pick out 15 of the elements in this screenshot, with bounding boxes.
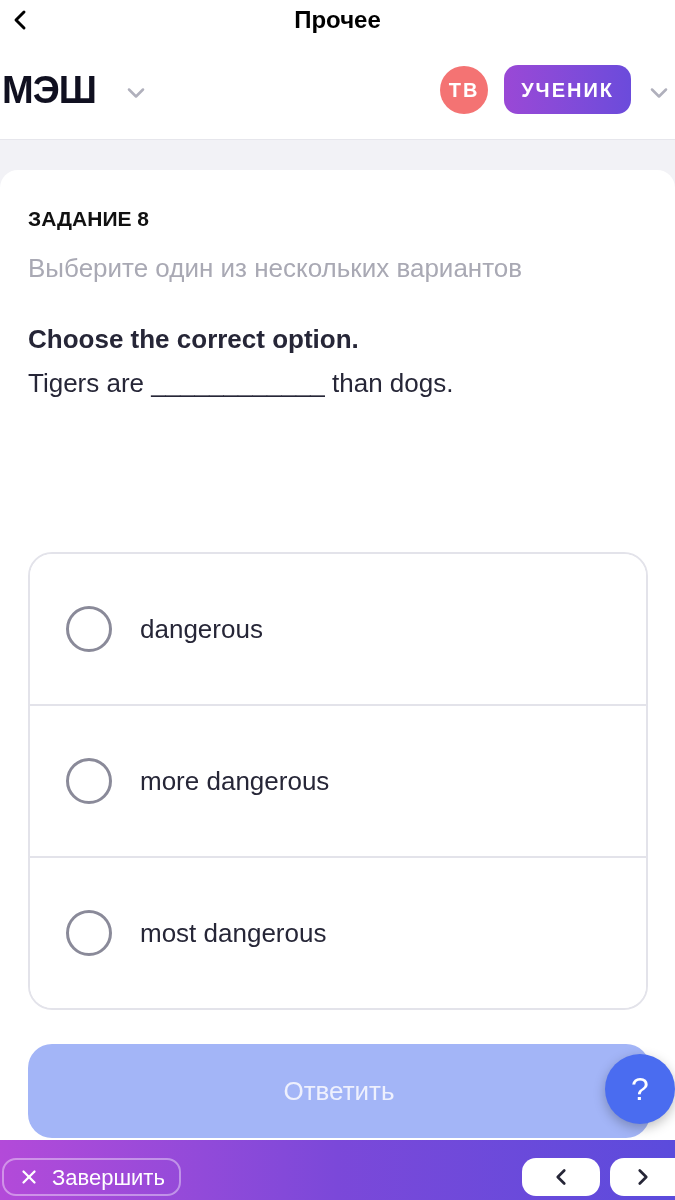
question-sentence: Tigers are ____________ than dogs. <box>28 367 455 399</box>
previous-button[interactable] <box>522 1158 600 1196</box>
role-button[interactable]: УЧЕНИК <box>504 65 631 114</box>
task-number: ЗАДАНИЕ 8 <box>28 206 150 232</box>
next-button[interactable] <box>610 1158 675 1196</box>
question-prompt: Choose the correct option. <box>28 323 360 355</box>
finish-button[interactable]: Завершить <box>2 1158 181 1196</box>
answer-option[interactable]: most dangerous <box>30 856 646 1008</box>
radio-button[interactable] <box>66 910 112 956</box>
radio-button[interactable] <box>66 758 112 804</box>
task-instruction: Выберите один из нескольких вариантов <box>28 252 524 284</box>
logo-text: МЭШ <box>2 69 96 110</box>
radio-button[interactable] <box>66 606 112 652</box>
user-avatar[interactable]: ТВ <box>440 65 489 114</box>
page-title: Прочее <box>294 5 381 35</box>
